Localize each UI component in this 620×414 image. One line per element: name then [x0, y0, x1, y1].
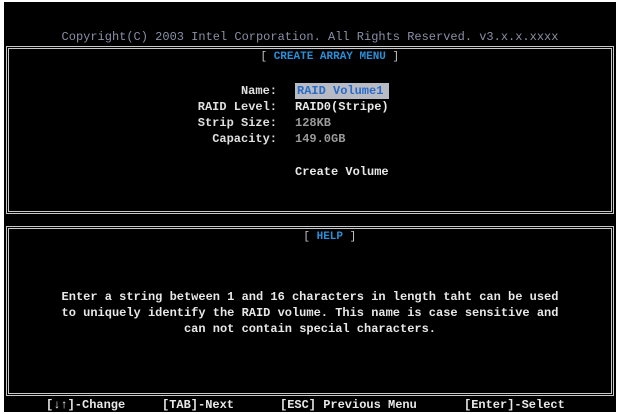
key-help-bar: [↓↑]-Change [TAB]-Next [ESC] Previous Me… [4, 396, 616, 412]
bios-screen: Copyright(C) 2003 Intel Corporation. All… [4, 2, 616, 412]
field-row-raid-level[interactable]: RAID Level: RAID0(Stripe) [9, 99, 611, 115]
help-title: [ HELP ] [9, 219, 611, 255]
select-key-hint: [Enter]-Select [464, 398, 565, 412]
field-row-capacity[interactable]: Capacity: 149.0GB [9, 131, 611, 147]
raid-level-label: RAID Level: [197, 100, 277, 114]
create-array-menu-panel: [ CREATE ARRAY MENU ] Name: RAID Volume1… [6, 46, 614, 214]
help-title-text: HELP [316, 231, 343, 243]
help-line: Enter a string between 1 and 16 characte… [61, 290, 559, 304]
help-panel: [ HELP ] Enter a string between 1 and 16… [6, 226, 614, 396]
name-field[interactable]: RAID Volume1 [295, 83, 390, 99]
help-line: can not contain special characters. [183, 322, 437, 336]
strip-size-label: Strip Size: [197, 116, 277, 130]
change-key-hint: [↓↑]-Change [46, 398, 126, 412]
capacity-value[interactable]: 149.0GB [295, 131, 345, 147]
next-key-hint: [TAB]-Next [162, 398, 235, 412]
help-line: to uniquely identify the RAID volume. Th… [61, 306, 559, 320]
field-row-name[interactable]: Name: RAID Volume1 [9, 83, 611, 99]
create-array-menu-title-text: CREATE ARRAY MENU [273, 51, 386, 63]
strip-size-value[interactable]: 128KB [295, 115, 331, 131]
create-array-menu-title: [ CREATE ARRAY MENU ] [9, 39, 611, 75]
create-volume-button[interactable]: Create Volume [295, 165, 389, 179]
previous-menu-key-hint: [ESC] Previous Menu [280, 398, 417, 412]
capacity-label: Capacity: [212, 132, 277, 146]
help-text: Enter a string between 1 and 16 characte… [9, 289, 611, 337]
raid-level-value[interactable]: RAID0(Stripe) [295, 99, 389, 115]
field-row-strip-size[interactable]: Strip Size: 128KB [9, 115, 611, 131]
name-label: Name: [240, 84, 277, 98]
